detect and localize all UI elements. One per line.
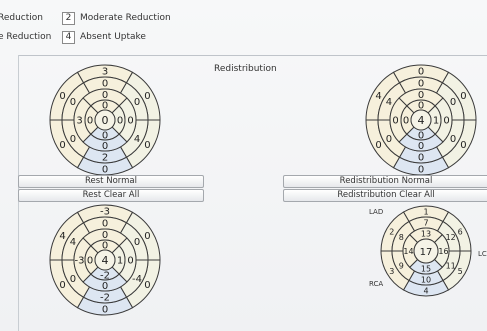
stress-segment-value: 0 — [59, 280, 65, 291]
stress-segment-value: 0 — [102, 305, 108, 316]
legend-label-absent: Absent Uptake — [80, 32, 146, 42]
redistribution-segment-value: 4 — [375, 91, 381, 102]
redistribution-segment-value: 0 — [450, 134, 456, 145]
redistribution-apex-value: 4 — [418, 114, 425, 127]
rest-segment-value: 2 — [102, 153, 108, 164]
legend-label-severe: e Reduction — [0, 32, 52, 42]
rest-segment-value: 0 — [102, 79, 108, 90]
seg17-segment-number: 8 — [399, 233, 404, 242]
redistribution-segment-value: 1 — [433, 116, 439, 127]
stress-segment-value: 0 — [70, 274, 76, 285]
rest-segment-value: 0 — [70, 97, 76, 108]
legend-label-moderate: Moderate Reduction — [80, 13, 171, 23]
perfusion-panel: Reduction 2 Moderate Reduction e Reducti… — [0, 0, 487, 331]
redistribution-segment-value: 0 — [418, 131, 424, 142]
redistribution-segment-value: 0 — [460, 91, 466, 102]
legend: Reduction 2 Moderate Reduction e Reducti… — [0, 0, 487, 55]
stress-segment-value: 0 — [102, 219, 108, 230]
rest-segment-value: 0 — [102, 165, 108, 176]
redistribution-segment-value: 0 — [418, 90, 424, 101]
seg17-segment-number: 4 — [423, 287, 428, 296]
rest-segment-value: 0 — [102, 141, 108, 152]
rest-normal-button[interactable]: Rest Normal — [18, 175, 204, 188]
redistribution-segment-value: 0 — [418, 165, 424, 176]
rest-clear-all-button[interactable]: Rest Clear All — [18, 189, 204, 202]
redistribution-segment-value: 0 — [450, 97, 456, 108]
redistribution-segment-value: 0 — [403, 116, 409, 127]
rest-segment-value: 0 — [59, 140, 65, 151]
seg17-segment-number: 6 — [458, 227, 463, 236]
seg17-apex-number: 17 — [420, 247, 433, 258]
rest-apex-value: 0 — [102, 114, 109, 127]
redistribution-segment-value: 0 — [418, 67, 424, 78]
legend-box-absent: 4 — [62, 31, 75, 44]
seg17-segment-number: 2 — [389, 227, 394, 236]
rest-segment-value: 0 — [144, 140, 150, 151]
rest-segment-value: 0 — [102, 131, 108, 142]
rest-segment-value: 0 — [127, 116, 133, 127]
redistribution-segment-value: 0 — [418, 141, 424, 152]
seg17-segment-number: 13 — [421, 230, 431, 239]
redistribution-segment-value: 0 — [418, 79, 424, 90]
seg17-segment-number: 15 — [421, 265, 431, 274]
rest-segment-value: 0 — [102, 90, 108, 101]
redistribution-segment-value: 0 — [418, 153, 424, 164]
redistribution-segment-value: 0 — [386, 134, 392, 145]
redistribution-polar-map[interactable]: 00000400000400000100 4 — [365, 64, 477, 176]
divider — [18, 55, 487, 56]
seg17-segment-number: 14 — [403, 247, 413, 256]
seg17-segment-number: 11 — [446, 261, 456, 270]
seg17-segment-number: 7 — [423, 219, 428, 228]
seg17-segment-number: 16 — [438, 247, 448, 256]
rest-segment-value: 0 — [134, 97, 140, 108]
seg17-segment-number: 10 — [421, 276, 431, 285]
seg17-segment-number: 3 — [389, 267, 394, 276]
stress-segment-value: 0 — [144, 231, 150, 242]
stress-segment-value: 0 — [87, 256, 93, 267]
stress-segment-value: -2 — [100, 271, 110, 282]
stress-segment-value: -4 — [132, 274, 142, 285]
rest-polar-map[interactable]: 30000000420000030000 0 — [49, 64, 161, 176]
stress-segment-value: 0 — [127, 256, 133, 267]
redistribution-segment-value: 4 — [386, 97, 392, 108]
rest-segment-value: 0 — [59, 91, 65, 102]
rest-segment-value: 0 — [144, 91, 150, 102]
stress-segment-value: 0 — [102, 230, 108, 241]
redistribution-segment-value: 0 — [392, 116, 398, 127]
legend-label-mild: Reduction — [0, 13, 43, 23]
seg17-segment-number: 12 — [446, 233, 456, 242]
seg17-segment-number: 9 — [399, 261, 404, 270]
stress-segment-value: 4 — [59, 231, 65, 242]
seg17-reference-map: 165432712111098 13161514 17 — [380, 205, 472, 297]
seg17-segment-number: 5 — [458, 267, 463, 276]
redistribution-segment-value: 0 — [443, 116, 449, 127]
stress-segment-value: -2 — [100, 293, 110, 304]
rest-segment-value: 0 — [117, 116, 123, 127]
rest-segment-value: 3 — [102, 67, 108, 78]
stress-segment-value: -3 — [100, 207, 110, 218]
seg17-segment-number: 1 — [423, 208, 428, 217]
rest-segment-value: 0 — [87, 116, 93, 127]
stress-segment-value: 1 — [117, 256, 123, 267]
redistribution-clear-all-button[interactable]: Redistribution Clear All — [283, 189, 487, 202]
stress-segment-value: 0 — [102, 281, 108, 292]
redistribution-title: Redistribution — [214, 64, 277, 74]
lcx-label: LC — [478, 250, 487, 258]
stress-polar-map[interactable]: -30000400-4-204000-301-20 4 — [49, 204, 161, 316]
redistribution-normal-button[interactable]: Redistribution Normal — [283, 175, 487, 188]
redistribution-segment-value: 0 — [460, 140, 466, 151]
stress-segment-value: 0 — [134, 237, 140, 248]
redistribution-segment-value: 0 — [375, 140, 381, 151]
rest-segment-value: 3 — [76, 116, 82, 127]
stress-segment-value: 0 — [144, 280, 150, 291]
stress-segment-value: 4 — [70, 237, 76, 248]
rest-segment-value: 0 — [70, 134, 76, 145]
rest-segment-value: 4 — [134, 134, 140, 145]
stress-segment-value: -3 — [75, 256, 85, 267]
legend-box-moderate: 2 — [62, 12, 75, 25]
stress-apex-value: 4 — [102, 254, 109, 267]
